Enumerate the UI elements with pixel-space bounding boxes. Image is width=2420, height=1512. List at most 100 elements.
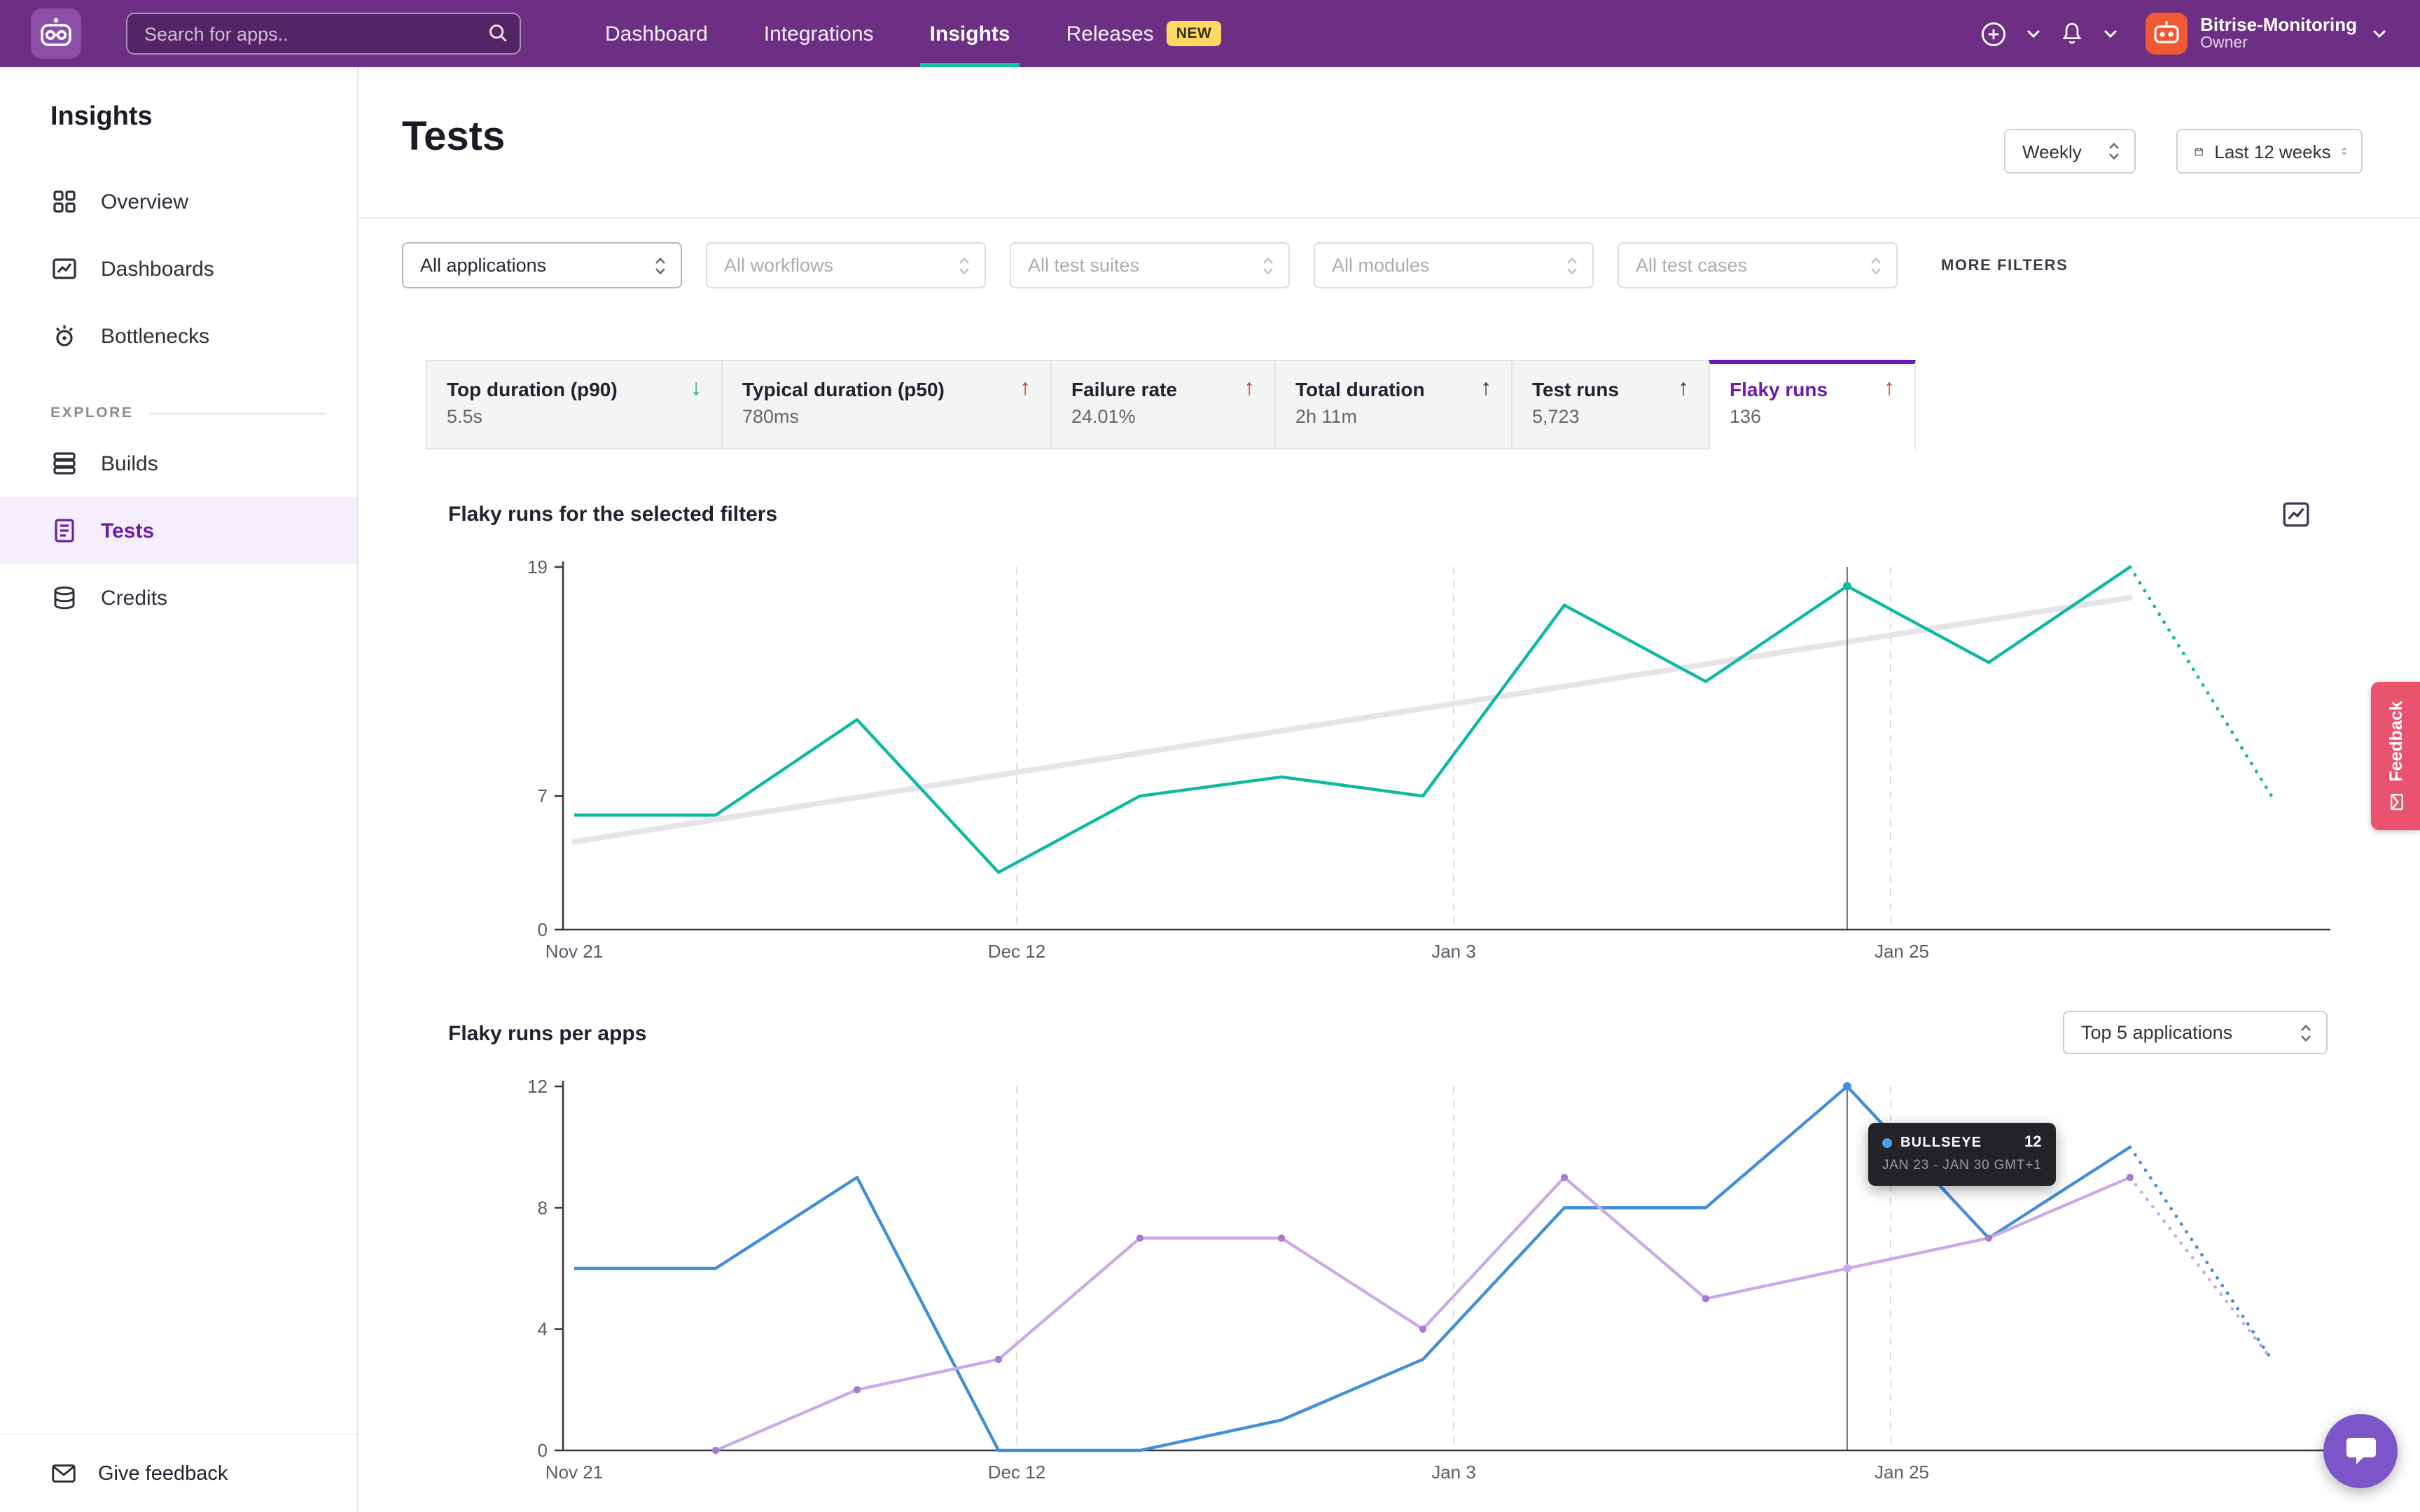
nav-label: Dashboard [605,22,708,46]
metric-tab-top-duration[interactable]: Top duration (p90) ↓ 5.5s [426,360,723,449]
bitrise-robot-icon [31,8,81,59]
stepper-icon [1566,255,1578,275]
nav-item-integrations[interactable]: Integrations [736,0,902,67]
metric-tab-total-duration[interactable]: Total duration ↑ 2h 11m [1274,360,1512,449]
divider [151,412,326,414]
main-content: Tests Weekly Last 12 weeks [359,67,2420,1512]
workspace-avatar [2146,13,2188,55]
metric-tab-failure-rate[interactable]: Failure rate ↑ 24.01% [1050,360,1276,449]
nav-item-dashboard[interactable]: Dashboard [577,0,736,67]
account-menu[interactable]: Bitrise-Monitoring Owner [2146,13,2389,55]
feedback-tab-label: Feedback [2386,701,2405,781]
sidebar-item-dashboards[interactable]: Dashboards [0,235,357,302]
stepper-icon [958,255,971,275]
bitrise-insights-app: Dashboard Integrations Insights Releases… [0,0,2420,1512]
tooltip-series-name: BULLSEYE [1900,1135,1982,1150]
nav-item-releases[interactable]: Releases NEW [1038,0,1250,67]
line-chart-icon [2281,500,2311,529]
sidebar-item-overview[interactable]: Overview [0,168,357,235]
nav-label: Insights [930,22,1010,46]
svg-text:Dec 12: Dec 12 [988,941,1045,962]
trend-up-icon: ↑ [1678,378,1689,400]
sidebar-item-bottlenecks[interactable]: Bottlenecks [0,302,357,370]
svg-text:19: 19 [527,556,548,578]
tooltip-date-range: JAN 23 - JAN 30 GMT+1 [1882,1158,2041,1173]
series-color-dot [1882,1138,1892,1147]
search-icon [487,22,508,43]
sidebar-item-label: Tests [101,519,154,542]
sidebar-item-label: Overview [101,190,188,214]
svg-text:Nov 21: Nov 21 [545,941,603,962]
chart-tooltip: BULLSEYE 12 JAN 23 - JAN 30 GMT+1 [1868,1123,2055,1186]
nav-label: Releases [1066,22,1154,46]
page-header: Tests Weekly Last 12 weeks [359,67,2420,218]
stepper-icon [2108,141,2120,161]
stepper-icon [1870,255,1882,275]
nav-label: Integrations [764,22,874,46]
credits-coins-icon [50,584,78,612]
app-search [126,13,521,55]
filter-modules[interactable]: All modules [1314,242,1594,288]
sidebar-item-label: Bottlenecks [101,324,209,348]
svg-text:Dec 12: Dec 12 [988,1462,1045,1483]
sidebar-item-label: Credits [101,586,167,610]
primary-nav: Dashboard Integrations Insights Releases… [577,0,1250,67]
new-badge: NEW [1167,21,1222,46]
metric-tabs: Top duration (p90) ↓ 5.5s Typical durati… [426,360,1916,449]
tests-insights-card: Top duration (p90) ↓ 5.5s Typical durati… [402,360,2377,1512]
add-new-button[interactable] [1977,18,2010,50]
stepper-icon [2300,1023,2312,1042]
dashboard-chart-icon [50,255,78,283]
sidebar-item-credits[interactable]: Credits [0,564,357,631]
trend-up-icon: ↑ [1480,378,1491,400]
tests-checklist-icon [50,517,78,545]
chart-type-toggle[interactable] [2281,500,2311,533]
feedback-tab[interactable]: Feedback [2371,682,2420,830]
trend-down-icon: ↓ [690,378,702,400]
metric-tab-typical-duration[interactable]: Typical duration (p50) ↑ 780ms [721,360,1052,449]
sidebar-item-label: Dashboards [101,257,214,281]
topbar: Dashboard Integrations Insights Releases… [0,0,2420,67]
notifications-button[interactable] [2057,18,2087,49]
metric-tab-flaky-runs[interactable]: Flaky runs ↑ 136 [1709,360,1916,449]
plus-circle-icon [1980,20,2007,47]
envelope-icon [2386,793,2405,811]
top-apps-selector[interactable]: Top 5 applications [2063,1011,2328,1054]
builds-stack-icon [50,449,78,477]
give-feedback-button[interactable]: Give feedback [0,1434,357,1512]
svg-text:Jan 25: Jan 25 [1875,1462,1929,1483]
workspace-role: Owner [2200,35,2357,53]
sidebar: Insights Overview Dashboards Bottlenecks… [0,67,359,1512]
topbar-actions: Bitrise-Monitoring Owner [1977,13,2389,55]
search-input[interactable] [126,13,521,55]
envelope-icon [50,1460,77,1487]
period-selector[interactable]: Weekly [2004,129,2136,174]
trend-up-icon: ↑ [1020,378,1031,400]
sidebar-item-builds[interactable]: Builds [0,430,357,497]
calendar-icon [2195,141,2203,162]
filter-bar: All applications All workflows All test … [402,242,2068,288]
filter-test-suites[interactable]: All test suites [1010,242,1290,288]
bell-icon [2060,21,2084,46]
metric-tab-test-runs[interactable]: Test runs ↑ 5,723 [1511,360,1710,449]
svg-text:Jan 3: Jan 3 [1431,1462,1476,1483]
filter-test-cases[interactable]: All test cases [1618,242,1898,288]
sidebar-item-tests[interactable]: Tests [0,497,357,564]
chevron-down-icon[interactable] [2101,27,2120,41]
flaky-runs-per-app-chart[interactable]: 04812Nov 21Dec 12Jan 3Jan 25 [448,1061,2353,1512]
period-value: Weekly [2022,141,2082,162]
chat-bubble-icon [2342,1433,2379,1469]
filter-applications[interactable]: All applications [402,242,682,288]
date-range-selector[interactable]: Last 12 weeks [2176,129,2363,174]
more-filters-button[interactable]: MORE FILTERS [1941,257,2068,274]
trend-up-icon: ↑ [1884,378,1895,400]
nav-item-insights[interactable]: Insights [902,0,1038,67]
flaky-runs-chart[interactable]: 0719Nov 21Dec 12Jan 3Jan 25 [448,549,2353,977]
bitrise-logo[interactable] [31,8,81,59]
svg-text:12: 12 [527,1076,548,1097]
chat-launcher-button[interactable] [2323,1414,2398,1488]
chevron-down-icon[interactable] [2024,27,2043,41]
tooltip-value: 12 [2024,1134,2042,1151]
filter-workflows[interactable]: All workflows [706,242,986,288]
svg-text:0: 0 [538,919,548,940]
